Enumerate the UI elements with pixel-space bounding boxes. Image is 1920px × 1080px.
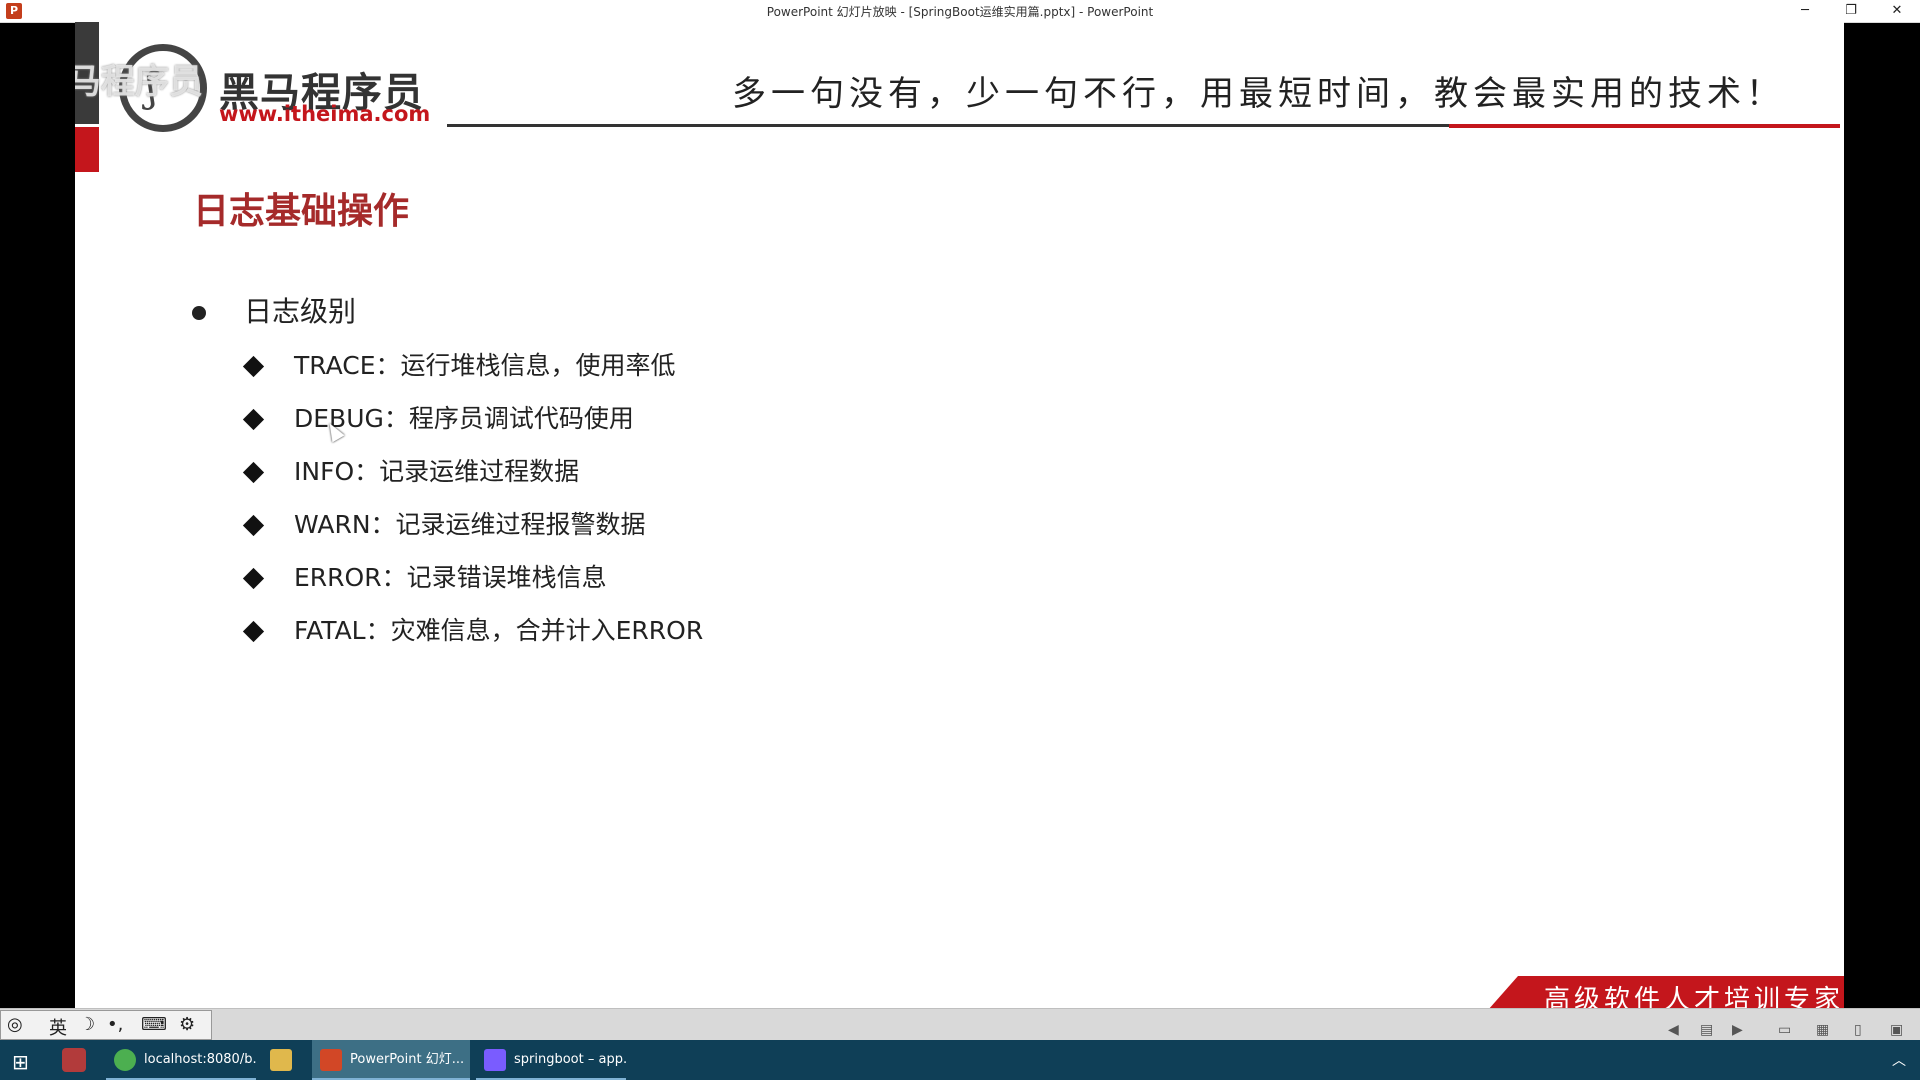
window-title-bar: P PowerPoint 幻灯片放映 - [SpringBoot运维实用篇.pp…: [0, 0, 1920, 23]
watermark: 黑马程序员: [75, 62, 203, 102]
footer-banner: 高级软件人才培训专家: [1488, 976, 1844, 1008]
restore-button[interactable]: ❐: [1828, 0, 1874, 22]
ime-toolbar: ◎ 英 ☽ •, ⌨ ⚙: [0, 1010, 212, 1040]
footer-text: 高级软件人才培训专家: [1544, 985, 1844, 1008]
settings-gear-icon[interactable]: ⚙: [179, 1014, 195, 1035]
chrome-icon: [114, 1049, 136, 1071]
level-text: TRACE：运行堆栈信息，使用率低: [294, 351, 676, 380]
notes-icon[interactable]: ▤: [1700, 1022, 1713, 1038]
window-title: PowerPoint 幻灯片放映 - [SpringBoot运维实用篇.pptx…: [766, 5, 1154, 19]
level-text: WARN：记录运维过程报警数据: [294, 510, 646, 539]
diamond-bullet-icon: [242, 461, 265, 484]
slideshow-view-icon[interactable]: ▣: [1890, 1022, 1903, 1038]
taskbar-item-chrome[interactable]: localhost:8080/b...: [106, 1040, 256, 1080]
diamond-bullet-icon: [242, 408, 265, 431]
ime-lang-toggle[interactable]: 英: [49, 1014, 67, 1040]
windows-taskbar: ⊞ localhost:8080/b... PowerPoint 幻灯... s…: [0, 1040, 1920, 1080]
previous-slide-icon[interactable]: ◀: [1668, 1022, 1679, 1038]
header-rule: [447, 124, 1459, 127]
level-text: DEBUG：程序员调试代码使用: [294, 404, 634, 433]
taskbar-item-label: PowerPoint 幻灯...: [350, 1052, 465, 1067]
app-grid-icon[interactable]: [62, 1048, 86, 1072]
taskbar-item-label: springboot – app...: [514, 1052, 626, 1067]
taskbar-item-powerpoint[interactable]: PowerPoint 幻灯...: [312, 1040, 470, 1080]
powerpoint-icon: [320, 1049, 342, 1071]
ime-logo-icon[interactable]: ◎: [7, 1014, 23, 1035]
diamond-bullet-icon: [242, 514, 265, 537]
diamond-bullet-icon: [242, 567, 265, 590]
normal-view-icon[interactable]: ▭: [1778, 1022, 1791, 1038]
minimize-button[interactable]: ─: [1782, 0, 1828, 22]
slide-heading: 日志基础操作: [193, 191, 410, 232]
reading-view-icon[interactable]: ▯: [1854, 1022, 1862, 1038]
intellij-icon: [484, 1049, 506, 1071]
bullet-dot-icon: [192, 306, 206, 320]
punctuation-icon[interactable]: •,: [107, 1014, 123, 1035]
level-text: INFO：记录运维过程数据: [294, 457, 580, 486]
taskbar-item-explorer[interactable]: [262, 1040, 306, 1080]
taskbar-item-label: localhost:8080/b...: [144, 1052, 256, 1067]
keyboard-icon[interactable]: ⌨: [141, 1014, 167, 1035]
close-button[interactable]: ✕: [1874, 0, 1920, 22]
slide-slogan: 多一句没有，少一句不行，用最短时间，教会最实用的技术！: [732, 74, 1785, 114]
diamond-bullet-icon: [242, 620, 265, 643]
start-button-windows-icon[interactable]: ⊞: [12, 1050, 29, 1074]
level-text: ERROR：记录错误堆栈信息: [294, 563, 607, 592]
folder-icon: [270, 1049, 292, 1071]
level-text: FATAL：灾难信息，合并计入ERROR: [294, 616, 704, 645]
tray-expand-icon[interactable]: ︿: [1892, 1050, 1906, 1070]
decor-red-bar: [75, 127, 99, 172]
taskbar-item-intellij[interactable]: springboot – app...: [476, 1040, 626, 1080]
next-slide-icon[interactable]: ▶: [1732, 1022, 1743, 1038]
slideshow-status-bar: [0, 1008, 1920, 1041]
bullet-text: 日志级别: [244, 295, 357, 328]
slide[interactable]: ʃ 黑马程序员 www.itheima.com 黑马程序员 多一句没有，少一句不…: [75, 22, 1844, 1008]
moon-icon[interactable]: ☽: [79, 1014, 95, 1035]
header-rule-accent: [1449, 124, 1840, 128]
diamond-bullet-icon: [242, 355, 265, 378]
slide-sorter-icon[interactable]: ▦: [1816, 1022, 1829, 1038]
logo-url: www.itheima.com: [219, 102, 431, 126]
